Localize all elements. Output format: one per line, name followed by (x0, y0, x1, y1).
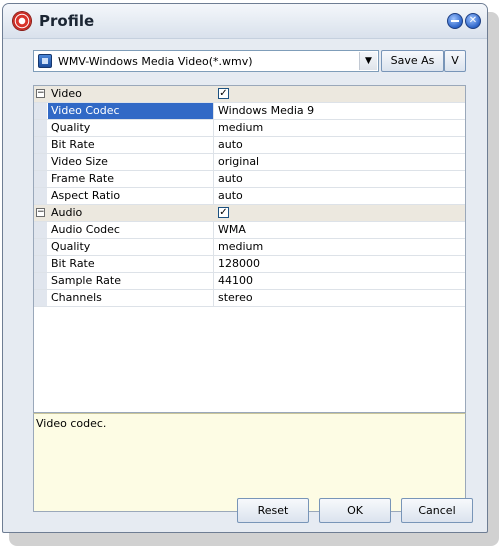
property-value[interactable]: 128000 (215, 256, 468, 272)
property-name: Video Size (48, 154, 214, 170)
cancel-button[interactable]: Cancel (401, 498, 473, 523)
property-grid: − Video ✓ Video Codec Windows Media 9 Quality… (33, 85, 466, 413)
video-file-icon (38, 54, 52, 68)
category-value-cell: ✓ (215, 205, 468, 221)
property-row[interactable]: Quality medium (34, 239, 465, 256)
window-title: Profile (39, 12, 95, 30)
property-value[interactable]: auto (215, 171, 468, 187)
property-name: Audio Codec (48, 222, 214, 238)
row-gutter (34, 103, 47, 119)
property-value[interactable]: medium (215, 120, 468, 136)
v-button[interactable]: V (444, 50, 466, 72)
property-row[interactable]: Bit Rate auto (34, 137, 465, 154)
row-gutter (34, 222, 47, 238)
property-name: Sample Rate (48, 273, 214, 289)
category-label: Audio (51, 206, 83, 219)
category-row[interactable]: − Audio ✓ (34, 205, 465, 222)
property-row[interactable]: Sample Rate 44100 (34, 273, 465, 290)
collapse-icon[interactable]: − (36, 89, 45, 98)
property-value[interactable]: auto (215, 188, 468, 204)
close-icon[interactable]: ✕ (465, 13, 481, 29)
property-row[interactable]: Bit Rate 128000 (34, 256, 465, 273)
profile-gear-icon (13, 12, 31, 30)
property-row[interactable]: Frame Rate auto (34, 171, 465, 188)
property-value[interactable]: 44100 (215, 273, 468, 289)
property-value[interactable]: Windows Media 9 (215, 103, 468, 119)
profile-selected-label: WMV-Windows Media Video(*.wmv) (58, 55, 253, 68)
dialog-content: WMV-Windows Media Video(*.wmv) ▼ Save As… (11, 39, 479, 527)
row-gutter (34, 171, 47, 187)
property-value[interactable]: WMA (215, 222, 468, 238)
property-name: Aspect Ratio (48, 188, 214, 204)
category-row[interactable]: − Video ✓ (34, 86, 465, 103)
property-name: Video Codec (48, 103, 214, 119)
property-name: Frame Rate (48, 171, 214, 187)
save-as-button[interactable]: Save As (381, 50, 444, 72)
profile-dropdown[interactable]: WMV-Windows Media Video(*.wmv) ▼ (33, 50, 379, 72)
profile-dialog: Profile ✕ WMV-Windows Media Video(*.wmv)… (2, 3, 488, 533)
ok-button[interactable]: OK (319, 498, 391, 523)
property-row[interactable]: Channels stereo (34, 290, 465, 307)
row-gutter (34, 188, 47, 204)
property-name: Quality (48, 239, 214, 255)
minimize-icon[interactable] (447, 13, 463, 29)
row-gutter (34, 154, 47, 170)
reset-button[interactable]: Reset (237, 498, 309, 523)
property-value[interactable]: original (215, 154, 468, 170)
property-row[interactable]: Audio Codec WMA (34, 222, 465, 239)
row-gutter (34, 290, 47, 306)
title-bar[interactable]: Profile ✕ (3, 4, 487, 39)
row-gutter (34, 120, 47, 136)
property-name: Bit Rate (48, 256, 214, 272)
category-enable-checkbox[interactable]: ✓ (218, 88, 229, 99)
row-gutter (34, 239, 47, 255)
category-value-cell: ✓ (215, 86, 468, 102)
property-value[interactable]: auto (215, 137, 468, 153)
category-label: Video (51, 87, 82, 100)
property-row[interactable]: Video Codec Windows Media 9 (34, 103, 465, 120)
property-row[interactable]: Aspect Ratio auto (34, 188, 465, 205)
property-value[interactable]: stereo (215, 290, 468, 306)
category-enable-checkbox[interactable]: ✓ (218, 207, 229, 218)
chevron-down-icon[interactable]: ▼ (359, 52, 377, 70)
property-row[interactable]: Quality medium (34, 120, 465, 137)
collapse-icon[interactable]: − (36, 208, 45, 217)
property-name: Channels (48, 290, 214, 306)
row-gutter (34, 273, 47, 289)
property-name: Quality (48, 120, 214, 136)
property-name: Bit Rate (48, 137, 214, 153)
property-row[interactable]: Video Size original (34, 154, 465, 171)
row-gutter (34, 256, 47, 272)
property-value[interactable]: medium (215, 239, 468, 255)
row-gutter (34, 137, 47, 153)
